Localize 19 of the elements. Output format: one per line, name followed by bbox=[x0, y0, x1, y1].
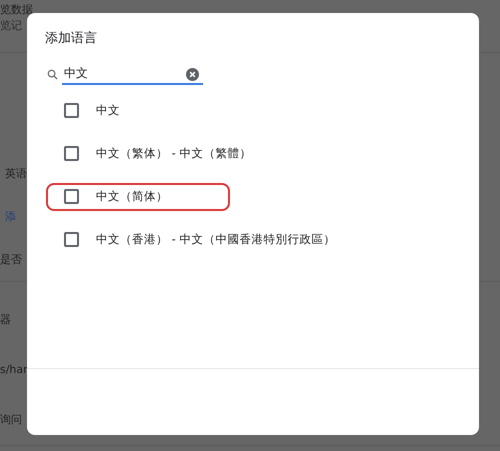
language-option[interactable]: 中文（简体） bbox=[46, 182, 230, 210]
page-text: 器 bbox=[0, 312, 11, 328]
page-text: 询问 bbox=[0, 412, 22, 428]
language-option[interactable]: 中文（香港） - 中文（中國香港特別行政區） bbox=[46, 226, 352, 254]
page-text: s/har bbox=[0, 362, 28, 378]
language-option[interactable]: 中文 bbox=[46, 96, 136, 124]
page-text: 添 bbox=[4, 209, 16, 225]
checkbox[interactable] bbox=[64, 146, 79, 161]
search-icon bbox=[47, 68, 58, 80]
page-text: 览记 bbox=[0, 18, 22, 34]
checkbox[interactable] bbox=[64, 232, 79, 247]
page-text: 英语 bbox=[4, 166, 27, 182]
page-text: 是否 bbox=[0, 252, 22, 268]
page-text: 览数据 bbox=[0, 2, 33, 18]
clear-icon[interactable] bbox=[186, 68, 199, 80]
dialog-title: 添加语言 bbox=[44, 30, 98, 48]
checkbox[interactable] bbox=[64, 103, 79, 118]
language-option[interactable]: 中文（繁体） - 中文（繁體） bbox=[46, 140, 268, 168]
checkbox[interactable] bbox=[64, 189, 79, 204]
